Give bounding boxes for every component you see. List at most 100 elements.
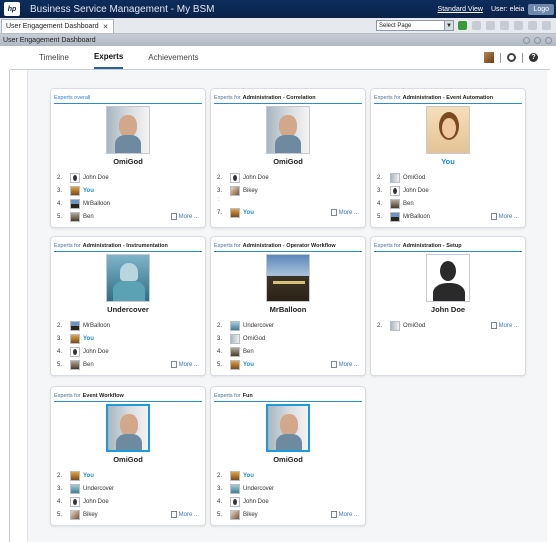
avatar[interactable] (230, 509, 240, 520)
more-link[interactable]: More ... (170, 361, 199, 368)
avatar[interactable] (230, 172, 240, 183)
avatar[interactable] (230, 185, 240, 196)
top-expert-photo[interactable] (106, 254, 150, 302)
card-title[interactable]: Experts overall (54, 92, 202, 104)
refresh-circle-icon[interactable] (507, 53, 516, 62)
avatar[interactable] (70, 496, 80, 507)
more-link[interactable]: More ... (330, 209, 359, 216)
expert-name[interactable]: Ben (83, 362, 94, 368)
expert-name[interactable]: John Doe (83, 175, 109, 181)
top-expert-photo[interactable] (266, 254, 310, 302)
avatar[interactable] (70, 333, 80, 344)
more-link[interactable]: More ... (490, 322, 519, 329)
expert-name[interactable]: OmiGod (403, 323, 425, 329)
user-profile-icon[interactable] (484, 52, 494, 63)
new-page-icon[interactable] (486, 21, 495, 30)
avatar[interactable] (390, 320, 400, 331)
edit-icon[interactable] (500, 21, 509, 30)
expert-name[interactable]: John Doe (83, 349, 109, 355)
document-icon (330, 361, 337, 368)
expert-name[interactable]: Undercover (243, 323, 274, 329)
more-link[interactable]: More ... (330, 361, 359, 368)
top-expert-photo[interactable] (266, 404, 310, 452)
avatar[interactable] (390, 185, 400, 196)
more-link[interactable]: More ... (170, 213, 199, 220)
expert-name[interactable]: MrBalloon (83, 201, 110, 207)
avatar[interactable] (70, 470, 80, 481)
top-expert-photo[interactable] (106, 404, 150, 452)
expert-card: Experts for Event Workflow OmiGod 2. You 3. Un… (50, 386, 206, 526)
avatar[interactable] (390, 172, 400, 183)
standard-view-link[interactable]: Standard View (438, 6, 483, 13)
logout-button[interactable]: Logo (528, 3, 554, 15)
avatar[interactable] (230, 346, 240, 357)
avatar[interactable] (70, 509, 80, 520)
avatar[interactable] (230, 483, 240, 494)
ranking-row: 3. Undercover (57, 482, 205, 495)
expert-name[interactable]: John Doe (243, 175, 269, 181)
pane-menu-icon[interactable] (545, 36, 552, 44)
more-link[interactable]: More ... (330, 511, 359, 518)
expert-name[interactable]: Ben (243, 349, 254, 355)
tab-user-engagement-dashboard[interactable]: User Engagement Dashboard ✕ (1, 19, 114, 33)
avatar[interactable] (70, 172, 80, 183)
expert-name[interactable]: Ben (83, 214, 94, 220)
expert-name[interactable]: MrBalloon (83, 323, 110, 329)
avatar[interactable] (230, 320, 240, 331)
avatar[interactable] (390, 198, 400, 209)
expert-name[interactable]: Bikey (243, 188, 258, 194)
avatar[interactable] (70, 346, 80, 357)
maximize-icon[interactable] (534, 36, 541, 44)
avatar[interactable] (230, 207, 240, 218)
expert-name[interactable]: You (243, 210, 254, 216)
more-link[interactable]: More ... (170, 511, 199, 518)
select-page-dropdown[interactable]: Select Page ▼ (376, 20, 454, 31)
expert-name[interactable]: OmiGod (403, 175, 425, 181)
expert-name[interactable]: MrBalloon (403, 214, 430, 220)
expert-name[interactable]: You (83, 188, 94, 194)
top-expert-photo[interactable] (106, 106, 150, 154)
expert-name[interactable]: You (243, 362, 254, 368)
expert-name[interactable]: You (83, 336, 94, 342)
close-icon[interactable]: ✕ (103, 23, 109, 31)
save-icon[interactable] (472, 21, 481, 30)
expert-name[interactable]: You (83, 473, 94, 479)
expert-name[interactable]: Bikey (83, 512, 98, 518)
ranking-gap: : (218, 197, 220, 203)
avatar[interactable] (230, 333, 240, 344)
expert-name[interactable]: Undercover (83, 486, 114, 492)
avatar[interactable] (70, 359, 80, 370)
help-icon[interactable]: ? (529, 53, 538, 62)
avatar[interactable] (230, 470, 240, 481)
top-expert-photo[interactable] (426, 254, 470, 302)
expert-name[interactable]: John Doe (403, 188, 429, 194)
expert-name[interactable]: You (243, 473, 254, 479)
settings-icon[interactable] (514, 21, 523, 30)
expert-name[interactable]: Ben (403, 201, 414, 207)
tab-experts[interactable]: Experts (93, 46, 124, 69)
minimize-icon[interactable] (523, 36, 530, 44)
more-icon[interactable] (542, 21, 551, 30)
avatar[interactable] (70, 483, 80, 494)
avatar[interactable] (230, 496, 240, 507)
expert-name[interactable]: Bikey (243, 512, 258, 518)
expert-name[interactable]: John Doe (243, 499, 269, 505)
top-expert-photo[interactable] (426, 106, 470, 154)
expert-name[interactable]: John Doe (83, 499, 109, 505)
tab-achievements[interactable]: Achievements (148, 47, 198, 68)
tab-timeline[interactable]: Timeline (39, 47, 69, 68)
refresh-icon[interactable] (458, 21, 467, 30)
avatar[interactable] (70, 185, 80, 196)
chevron-down-icon[interactable]: ▼ (444, 21, 453, 30)
avatar[interactable] (390, 211, 400, 222)
top-expert-photo[interactable] (266, 106, 310, 154)
avatar[interactable] (70, 211, 80, 222)
avatar[interactable] (70, 198, 80, 209)
more-link[interactable]: More ... (490, 213, 519, 220)
avatar[interactable] (230, 359, 240, 370)
avatar[interactable] (70, 320, 80, 331)
add-icon[interactable] (528, 21, 537, 30)
rank-number: 5. (57, 213, 63, 220)
expert-name[interactable]: OmiGod (243, 336, 265, 342)
expert-name[interactable]: Undercover (243, 486, 274, 492)
